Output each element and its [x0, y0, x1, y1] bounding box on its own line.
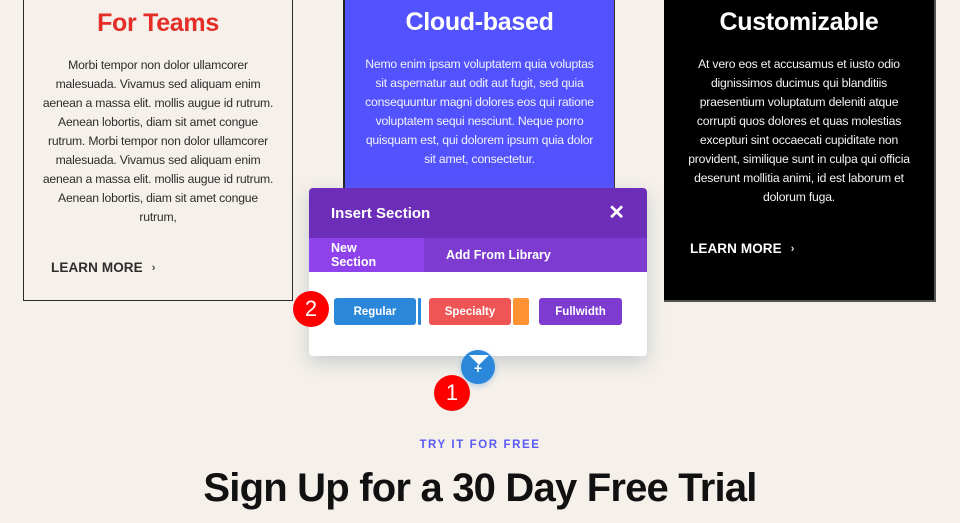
learn-more-link[interactable]: LEARN MORE ›: [51, 260, 156, 275]
card-body: Nemo enim ipsam voluptatem quia voluptas…: [365, 57, 594, 166]
insert-section-modal: Insert Section ✕ New Section Add From Li…: [309, 188, 647, 356]
card-body: Morbi tempor non dolor ullamcorer malesu…: [42, 58, 274, 224]
learn-more-label: LEARN MORE: [690, 241, 782, 256]
signup-headline: Sign Up for a 30 Day Free Trial: [203, 466, 757, 510]
feature-card-customizable: Customizable At vero eos et accusamus et…: [664, 0, 936, 302]
specialty-section-button[interactable]: Specialty: [429, 298, 511, 325]
annotation-badge-2: 2: [293, 291, 329, 327]
signup-eyebrow: TRY IT FOR FREE: [419, 439, 541, 451]
card-body: At vero eos et accusamus et iusto odio d…: [688, 57, 910, 204]
card-title: For Teams: [97, 9, 219, 37]
regular-section-column-indicator: [418, 298, 421, 325]
regular-section-button[interactable]: Regular: [334, 298, 416, 325]
feature-card-for-teams: For Teams Morbi tempor non dolor ullamco…: [23, 0, 293, 301]
chevron-right-icon: ›: [790, 242, 795, 255]
specialty-section-accent: [513, 298, 529, 325]
modal-header: Insert Section ✕: [309, 188, 647, 238]
tab-new-section[interactable]: New Section: [309, 238, 424, 272]
tab-add-from-library[interactable]: Add From Library: [424, 238, 573, 272]
fullwidth-section-button[interactable]: Fullwidth: [539, 298, 622, 325]
learn-more-link[interactable]: LEARN MORE ›: [690, 241, 795, 256]
card-title: Customizable: [719, 8, 879, 36]
learn-more-label: LEARN MORE: [51, 260, 143, 275]
card-title: Cloud-based: [405, 8, 554, 36]
modal-title: Insert Section: [331, 204, 431, 222]
modal-tabs: New Section Add From Library: [309, 238, 647, 272]
close-icon[interactable]: ✕: [608, 203, 625, 223]
feature-card-cloud-based: Cloud-based Nemo enim ipsam voluptatem q…: [343, 0, 615, 198]
chevron-right-icon: ›: [151, 261, 156, 274]
modal-pointer: [469, 355, 489, 365]
annotation-badge-1: 1: [434, 375, 470, 411]
